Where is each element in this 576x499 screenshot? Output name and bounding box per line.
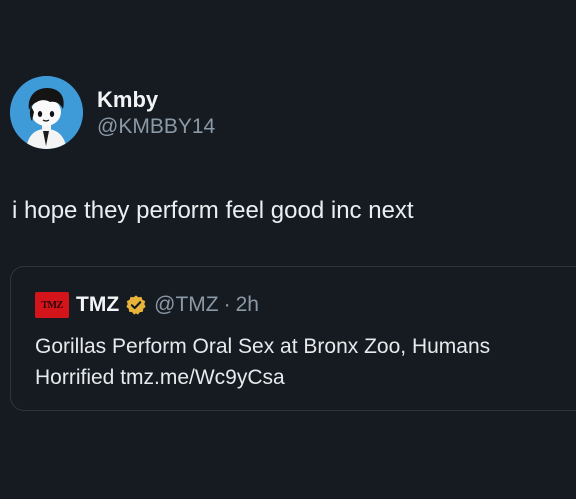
cartoon-avatar-icon bbox=[10, 76, 83, 149]
quoted-display-name[interactable]: TMZ bbox=[76, 293, 119, 317]
tweet: Kmby @KMBBY14 i hope they perform feel g… bbox=[0, 0, 576, 499]
separator-dot: · bbox=[223, 293, 231, 316]
quoted-text-line-1: Gorillas Perform Oral Sex at Bronx Zoo, … bbox=[35, 335, 491, 358]
tmz-logo-text: TMZ bbox=[41, 299, 63, 311]
author-handle[interactable]: @KMBBY14 bbox=[97, 113, 215, 141]
quoted-timestamp[interactable]: 2h bbox=[236, 293, 259, 317]
tmz-avatar[interactable]: TMZ bbox=[35, 292, 69, 318]
tweet-text: i hope they perform feel good inc next bbox=[12, 197, 414, 224]
quoted-tweet-header: TMZ TMZ @TMZ · 2h bbox=[35, 291, 259, 319]
avatar[interactable] bbox=[10, 76, 83, 149]
quoted-tweet-card[interactable]: TMZ TMZ @TMZ · 2h Gorillas Perform Oral … bbox=[10, 266, 576, 411]
quoted-text-line-2: Horrified tmz.me/Wc9yCsa bbox=[35, 366, 285, 389]
quoted-handle[interactable]: @TMZ bbox=[154, 293, 218, 317]
quoted-tweet-text: Gorillas Perform Oral Sex at Bronx Zoo, … bbox=[35, 331, 576, 393]
author-display-name[interactable]: Kmby bbox=[97, 87, 215, 113]
author-info: Kmby @KMBBY14 bbox=[97, 87, 215, 141]
verified-badge-icon bbox=[126, 295, 146, 315]
